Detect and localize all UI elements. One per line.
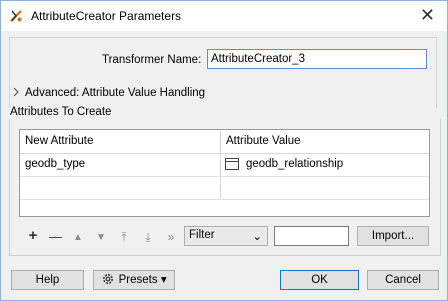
text-editor-icon[interactable]: [225, 158, 239, 170]
column-header-new-attribute[interactable]: New Attribute: [25, 135, 93, 147]
close-icon[interactable]: ✕: [420, 5, 435, 25]
transformer-name-label: Transformer Name:: [102, 54, 202, 66]
remove-row-icon[interactable]: —: [49, 229, 62, 244]
attributes-group-title: Attributes To Create: [10, 106, 112, 118]
transformer-name-input[interactable]: AttributeCreator_3: [207, 49, 427, 69]
attribute-value-cell[interactable]: geodb_relationship: [246, 158, 343, 170]
caret-down-icon: ▾: [160, 274, 167, 286]
ok-button[interactable]: OK: [280, 270, 359, 290]
title-bar: AttributeCreator Parameters ✕: [1, 1, 447, 31]
filter-value: Filter: [189, 229, 215, 241]
column-divider: [220, 130, 221, 199]
move-bottom-icon[interactable]: ⤓: [142, 230, 154, 245]
attributes-table: New Attribute Attribute Value geodb_type…: [19, 129, 430, 217]
fme-transformer-icon: [10, 10, 22, 22]
add-row-icon[interactable]: +: [27, 227, 39, 244]
table-header-row: New Attribute Attribute Value: [20, 130, 429, 154]
window-title: AttributeCreator Parameters: [31, 9, 182, 23]
dialog-window: AttributeCreator Parameters ✕ Transforme…: [0, 0, 448, 301]
move-top-icon[interactable]: ⤒: [118, 230, 130, 245]
filter-input[interactable]: [274, 226, 349, 246]
help-button[interactable]: Help: [11, 270, 84, 290]
advanced-section-toggle[interactable]: Advanced: Attribute Value Handling: [25, 87, 205, 99]
import-button[interactable]: Import...: [357, 226, 429, 246]
chevron-down-icon: ⌄: [252, 231, 262, 243]
attribute-name-cell[interactable]: geodb_type: [25, 158, 85, 170]
chevron-right-icon[interactable]: [11, 87, 21, 97]
gear-icon: [103, 274, 114, 284]
presets-label: Presets: [118, 274, 158, 286]
move-up-icon[interactable]: ▲: [72, 232, 84, 243]
table-row-empty[interactable]: [20, 176, 429, 200]
move-down-icon[interactable]: ▼: [95, 232, 107, 243]
more-icon[interactable]: »: [165, 230, 177, 244]
cancel-button[interactable]: Cancel: [367, 270, 439, 290]
table-row[interactable]: geodb_type geodb_relationship: [20, 153, 429, 177]
column-header-attribute-value[interactable]: Attribute Value: [226, 135, 301, 147]
filter-dropdown[interactable]: Filter ⌄: [184, 226, 268, 246]
presets-button[interactable]: Presets ▾: [93, 270, 175, 290]
